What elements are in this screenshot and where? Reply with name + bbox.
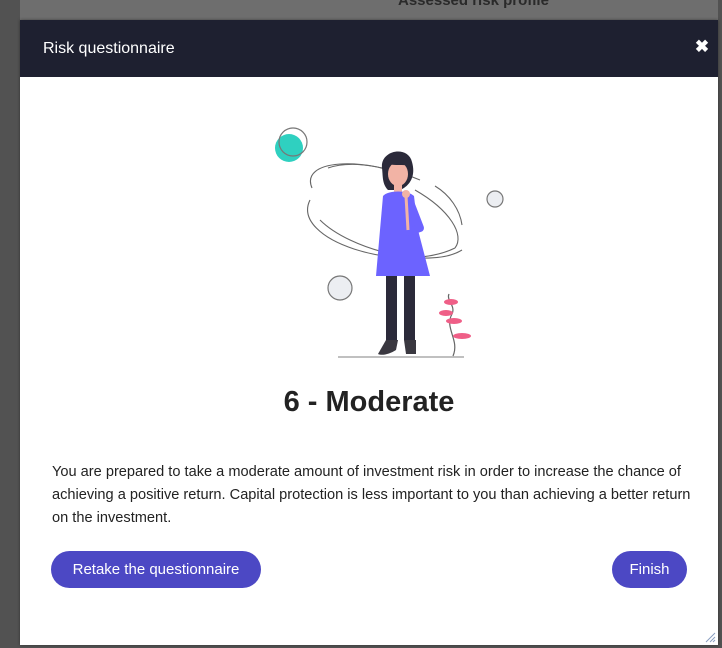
backdrop-edge-right [718, 0, 722, 648]
risk-questionnaire-modal: Risk questionnaire ✖ 6 - Moderate You ar… [20, 20, 718, 645]
retake-questionnaire-button[interactable]: Retake the questionnaire [51, 551, 261, 588]
resize-grip-icon[interactable] [704, 631, 716, 643]
close-icon[interactable]: ✖ [692, 36, 712, 58]
risk-description: You are prepared to take a moderate amou… [52, 464, 691, 526]
backdrop-edge-left [0, 0, 20, 648]
backdrop-page-title: Assessed risk profile [398, 0, 549, 9]
modal-header: Risk questionnaire ✖ [20, 20, 718, 77]
modal-title: Risk questionnaire [43, 40, 175, 57]
risk-result-title: 6 - Moderate [283, 386, 455, 418]
backdrop-header [0, 0, 722, 20]
plant [439, 293, 471, 357]
woman-thinking-illustration [275, 127, 504, 358]
woman-figure [376, 151, 430, 355]
finish-button[interactable]: Finish [612, 551, 687, 588]
